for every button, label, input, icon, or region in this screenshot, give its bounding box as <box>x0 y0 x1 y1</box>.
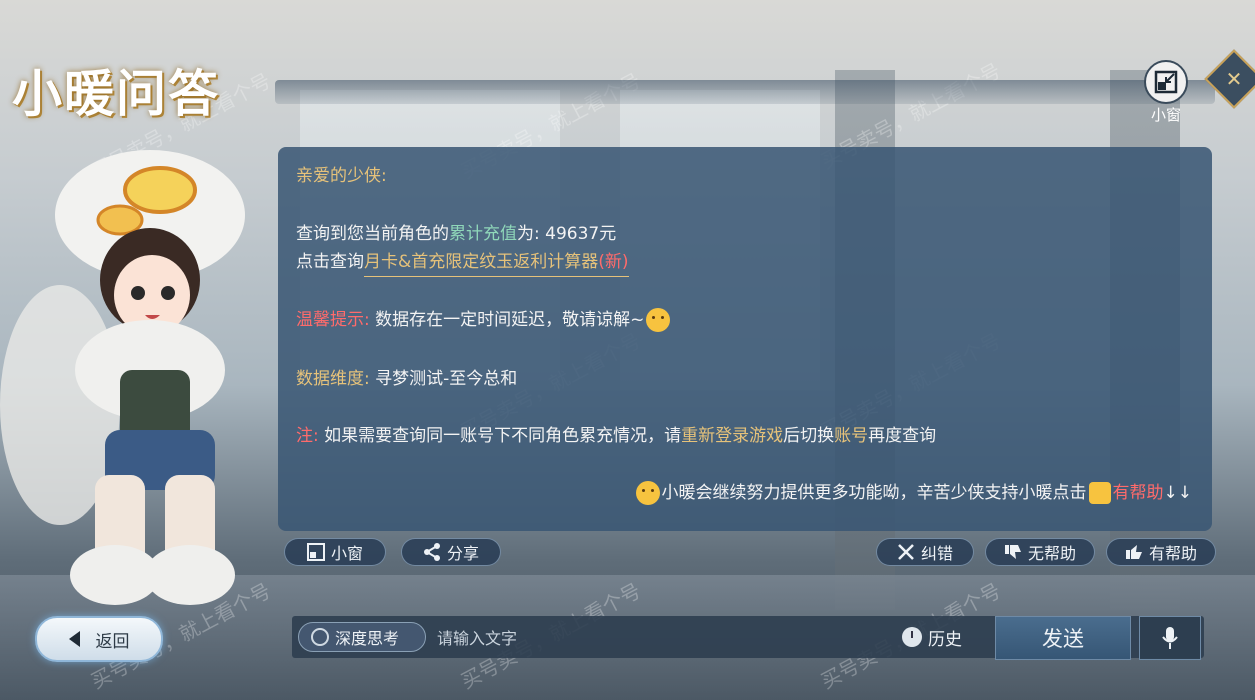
new-badge: (新) <box>598 252 629 272</box>
footer-line: 小暖会继续努力提供更多功能呦，辛苦少侠支持小暖点击 有帮助↓↓ <box>634 478 1193 505</box>
share-icon <box>423 543 440 561</box>
correct-button[interactable]: 纠错 <box>876 538 974 566</box>
calculator-line: 点击查询月卡&首充限定纹玉返利计算器(新) <box>296 247 629 277</box>
cross-icon <box>898 544 914 560</box>
send-button[interactable]: 发送 <box>995 616 1131 660</box>
thumbs-up-icon <box>1125 545 1142 559</box>
recharge-highlight: 累计充值 <box>449 224 517 244</box>
back-button[interactable]: 返回 <box>35 616 163 662</box>
history-label: 历史 <box>928 629 962 650</box>
calculator-prefix: 点击查询 <box>296 252 364 272</box>
footer-arrows: ↓↓ <box>1163 483 1193 503</box>
back-arrow-icon <box>68 631 80 647</box>
account-highlight: 账号 <box>834 426 869 446</box>
note-text-3: 再度查询 <box>868 426 937 446</box>
answer-panel: 亲爱的少侠: 查询到您当前角色的累计充值为: 49637元 点击查询月卡&首充限… <box>278 147 1212 531</box>
close-icon: ✕ <box>1225 67 1243 91</box>
mini-window-button[interactable]: 小窗 <box>284 538 386 566</box>
note-text-1: 如果需要查询同一账号下不同角色累充情况，请 <box>324 426 682 446</box>
radio-circle-icon <box>311 628 329 646</box>
character-illustration <box>0 150 245 605</box>
not-helpful-label: 无帮助 <box>1027 544 1076 563</box>
tip-text: 数据存在一定时间延迟，敬请谅解~ <box>375 310 645 330</box>
page-title: 小暖问答 <box>12 64 220 123</box>
helpful-button[interactable]: 有帮助 <box>1106 538 1216 566</box>
mini-window-label: 小窗 <box>1150 106 1181 124</box>
recharge-value: 为: 49637元 <box>517 224 617 244</box>
footer-highlight: 有帮助 <box>1112 483 1164 503</box>
not-helpful-button[interactable]: 无帮助 <box>985 538 1095 566</box>
tip-label: 温馨提示: <box>296 310 370 330</box>
message-input[interactable] <box>435 622 889 654</box>
back-label: 返回 <box>95 631 130 652</box>
blush-emoji-icon <box>646 308 671 332</box>
microphone-icon <box>1162 627 1178 649</box>
top-strip <box>275 80 1215 104</box>
recharge-line: 查询到您当前角色的累计充值为: 49637元 <box>296 219 616 244</box>
note-text-2: 后切换 <box>783 426 835 446</box>
note-line: 注: 如果需要查询同一账号下不同角色累充情况，请重新登录游戏后切换账号再度查询 <box>296 421 936 446</box>
thumbs-up-emoji-icon <box>1088 482 1111 504</box>
dimension-label: 数据维度: <box>296 369 370 389</box>
deep-think-toggle[interactable]: 深度思考 <box>298 622 426 652</box>
greeting: 亲爱的少侠: <box>296 166 387 186</box>
dimension-line: 数据维度: 寻梦测试-至今总和 <box>296 364 517 389</box>
relogin-highlight: 重新登录游戏 <box>681 426 784 446</box>
helpful-label: 有帮助 <box>1148 544 1197 563</box>
microphone-button[interactable] <box>1139 616 1201 660</box>
thumbs-down-icon <box>1004 545 1021 559</box>
tip-line: 温馨提示: 数据存在一定时间延迟，敬请谅解~ <box>296 305 672 332</box>
correct-label: 纠错 <box>920 544 953 563</box>
recharge-prefix: 查询到您当前角色的 <box>296 224 449 244</box>
mini-window-label: 小窗 <box>330 544 363 563</box>
mini-window-icon <box>1144 60 1188 104</box>
mini-window-button-top[interactable]: 小窗 <box>1143 60 1189 125</box>
dimension-text: 寻梦测试-至今总和 <box>375 369 518 389</box>
history-button[interactable]: 历史 <box>902 622 982 652</box>
deep-think-label: 深度思考 <box>335 629 400 648</box>
footer-text: 小暖会继续努力提供更多功能呦，辛苦少侠支持小暖点击 <box>661 483 1087 503</box>
note-label: 注: <box>296 426 319 446</box>
share-label: 分享 <box>446 544 479 563</box>
blush-emoji-icon <box>635 481 660 505</box>
mini-window-icon <box>306 543 325 561</box>
calculator-link[interactable]: 月卡&首充限定纹玉返利计算器(新) <box>364 252 629 277</box>
share-button[interactable]: 分享 <box>401 538 501 566</box>
clock-icon <box>902 627 922 647</box>
